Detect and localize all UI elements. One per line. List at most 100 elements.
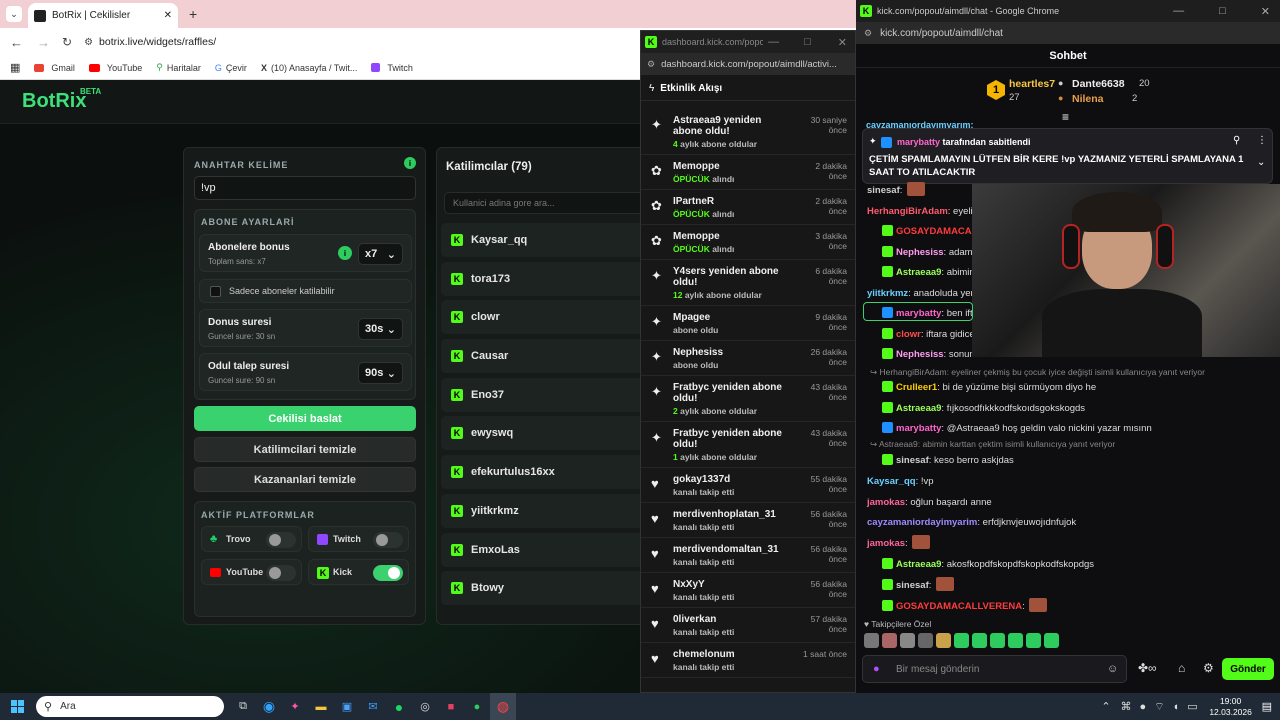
participant-row[interactable]: Kclowr [441, 300, 651, 335]
url-text[interactable]: dashboard.kick.com/popout/aimdll/activi.… [661, 59, 837, 70]
participant-row[interactable]: K Kaysar_qq [441, 223, 651, 257]
botrix-logo[interactable]: BotRix [22, 90, 86, 113]
chat-username[interactable]: sinesaf [896, 455, 929, 466]
info-icon[interactable]: i [404, 157, 416, 169]
top-gifter-3-name[interactable]: Nilena [1072, 93, 1104, 105]
participant-row[interactable]: K Btowy [441, 571, 651, 606]
emote-icon[interactable] [1026, 633, 1041, 648]
clock[interactable]: 19:00 12.03.2026 [1206, 696, 1256, 718]
emote-icon[interactable] [954, 633, 969, 648]
chat-username[interactable]: sinesaf [867, 185, 900, 196]
chat-username[interactable]: HerhangiBirAdam [867, 206, 948, 217]
emote-icon[interactable] [900, 633, 915, 648]
spotify-icon[interactable]: ● [386, 693, 412, 720]
show-hidden-icons-icon[interactable]: ⌃ [1101, 700, 1110, 713]
chat-username[interactable]: Kaysar_qq [867, 476, 916, 487]
emote-icon[interactable] [972, 633, 987, 648]
notifications-icon[interactable]: ▤ [1262, 700, 1272, 713]
chevron-down-icon[interactable]: ⌄ [1257, 157, 1265, 168]
participant-row[interactable]: Ktora173 [441, 261, 651, 296]
participant-row[interactable]: Kefekurtulus16xx [441, 455, 651, 490]
bookmark-gmail[interactable]: Gmail [34, 63, 75, 73]
task-view-icon[interactable]: ⧉ [230, 693, 256, 720]
emote-icon[interactable] [936, 633, 951, 648]
unpin-icon[interactable]: ⚲ [1233, 135, 1240, 146]
chat-input[interactable]: ● Bir mesaj gönderin ☺ [862, 655, 1127, 683]
kick-toggle[interactable] [373, 565, 403, 581]
volume-icon[interactable]: ◖ [1173, 701, 1180, 713]
sub-bonus-select[interactable]: x7 ⌄ [358, 243, 403, 265]
clear-participants-button[interactable]: Katilimcilari temizle [194, 437, 416, 462]
chat-username[interactable]: sinesaf [896, 580, 929, 591]
participant-row[interactable]: K Causar [441, 339, 651, 374]
chat-username[interactable]: GOSAYDAMACALLVERE [896, 226, 972, 237]
participant-row[interactable]: K Eno37 [441, 377, 651, 412]
chrome-icon[interactable]: ◍ [490, 693, 516, 720]
claim-select[interactable]: 90s ⌄ [358, 362, 403, 384]
maximize-icon[interactable]: □ [1219, 5, 1226, 17]
participant-search-input[interactable]: Kullanici adina gore ara... [444, 192, 654, 214]
outlook-icon[interactable]: ✉ [360, 693, 386, 720]
participant-row[interactable]: Kewyswq [441, 416, 651, 451]
edge-icon[interactable]: ◉ [256, 693, 282, 720]
close-tab-icon[interactable]: ✕ [164, 10, 172, 21]
valorant-icon[interactable]: ■ [438, 693, 464, 720]
wifi-icon[interactable]: ⌔ [1154, 700, 1164, 714]
site-info-icon[interactable]: ⚙ [84, 37, 93, 48]
only-subs-checkbox[interactable] [210, 285, 221, 297]
url-text[interactable]: kick.com/popout/aimdll/chat [880, 28, 1003, 39]
bookmark-maps[interactable]: ⚲ Haritalar [156, 62, 201, 73]
twitch-toggle[interactable] [373, 532, 403, 548]
info-icon[interactable]: i [338, 246, 352, 260]
more-options-icon[interactable]: ⋮ [1257, 135, 1267, 146]
bookmark-twitch[interactable]: Twitch [371, 63, 413, 73]
obs-icon[interactable]: ◎ [412, 693, 438, 720]
youtube-toggle[interactable] [266, 565, 296, 581]
chat-username[interactable]: yiitkrkmz [867, 288, 908, 299]
site-info-icon[interactable]: ⚙ [864, 28, 872, 39]
copilot-icon[interactable]: ✦ [282, 693, 308, 720]
keyword-input[interactable]: !vp [194, 176, 416, 200]
kick-app-icon[interactable]: ● [464, 693, 490, 720]
close-icon[interactable]: ✕ [838, 36, 847, 49]
minimize-icon[interactable]: — [768, 36, 779, 48]
emoji-icon[interactable]: ☺ [1107, 663, 1118, 675]
top-gifter-2-name[interactable]: Dante6638 [1072, 78, 1125, 90]
chat-username[interactable]: Nephesiss [896, 247, 944, 258]
maximize-icon[interactable]: □ [804, 36, 811, 48]
reload-icon[interactable]: ↻ [62, 35, 72, 49]
apps-icon[interactable]: ▦ [10, 61, 20, 74]
settings-gear-icon[interactable]: ⚙ [1203, 661, 1214, 675]
store-icon[interactable]: ▣ [334, 693, 360, 720]
participant-row[interactable]: K EmxoLas [441, 532, 651, 567]
top-gifter-1-name[interactable]: heartles7 [1009, 78, 1055, 90]
battery-icon[interactable]: ▭ [1187, 700, 1197, 713]
emote-icon[interactable] [1008, 633, 1023, 648]
bookmark-translate[interactable]: G Çevir [215, 63, 247, 73]
new-tab-icon[interactable]: + [189, 6, 197, 22]
emote-icon[interactable] [1044, 633, 1059, 648]
chat-username[interactable]: Crulleer1 [896, 382, 937, 393]
minimize-icon[interactable]: — [1173, 5, 1184, 17]
microphone-icon[interactable]: ● [873, 663, 880, 675]
chat-username[interactable]: cayzamaniordayimyarim [867, 517, 977, 528]
start-raffle-button[interactable]: Cekilisi baslat [194, 406, 416, 431]
send-button[interactable]: Gönder [1222, 658, 1274, 680]
taskbar-search[interactable]: ⚲ Ara [36, 696, 224, 717]
chat-username[interactable]: jamokas [867, 497, 905, 508]
network-icon[interactable]: ⌘ [1121, 700, 1132, 713]
chat-username[interactable]: Astraeaa9 [896, 403, 941, 414]
chat-username[interactable]: clowr [896, 329, 921, 340]
tab-botrix[interactable]: BotRix | Cekilisler ✕ [28, 3, 178, 28]
duration-select[interactable]: 30s ⌄ [358, 318, 403, 340]
windows-start-icon[interactable] [4, 693, 30, 720]
url-text[interactable]: botrix.live/widgets/raffles/ [99, 36, 216, 48]
forward-icon[interactable]: → [37, 35, 50, 50]
bookmark-x[interactable]: X (10) Anasayfa / Twit... [261, 63, 357, 73]
file-explorer-icon[interactable]: ▬ [308, 693, 334, 720]
chat-username[interactable]: marybatty [896, 423, 941, 434]
only-subs-row[interactable]: Sadece aboneler katilabilir [199, 279, 412, 303]
trovo-toggle[interactable] [266, 532, 296, 548]
emote-icon[interactable] [864, 633, 879, 648]
chat-username[interactable]: Astraeaa9 [896, 559, 941, 570]
